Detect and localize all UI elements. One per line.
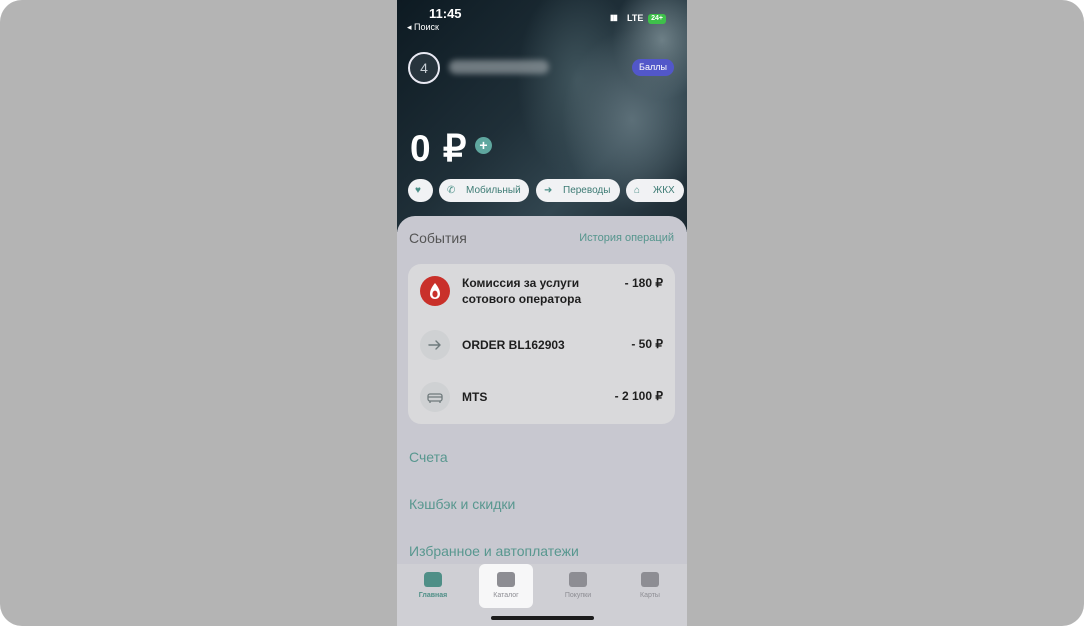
bag-icon — [569, 572, 587, 587]
arrow-right-icon: ➜ — [544, 185, 553, 196]
arrow-right-icon — [420, 330, 450, 360]
status-time: 11:45 — [429, 6, 462, 21]
phone-screen: 11:45 ◂ Поиск ▮▮ LTE 24+ 4 Баллы 0 ₽ + ♥… — [397, 0, 687, 626]
battery-icon: 24+ — [648, 14, 666, 24]
event-title: MTS — [462, 390, 488, 404]
tab-home[interactable]: Главная — [398, 564, 468, 608]
events-card: Комиссия за услуги сотового оператора - … — [408, 264, 675, 424]
utilities-chip[interactable]: ⌂ ЖКХ — [626, 179, 684, 202]
drop-logo-icon — [420, 276, 450, 306]
home-icon — [424, 572, 442, 587]
accounts-link[interactable]: Счета — [409, 449, 448, 465]
mobile-chip[interactable]: ✆ Мобильный — [439, 179, 529, 202]
main-sheet: События История операций Комиссия за усл… — [397, 216, 687, 576]
home-icon: ⌂ — [634, 185, 641, 196]
event-row[interactable]: ORDER BL162903 - 50 ₽ — [408, 328, 675, 376]
event-title: ORDER BL162903 — [462, 338, 565, 352]
tab-cards-label: Карты — [640, 592, 660, 599]
tab-catalog[interactable]: Каталог — [479, 564, 533, 608]
heart-icon: ♥ — [415, 185, 421, 196]
events-title: События — [409, 230, 467, 246]
user-name-blurred — [449, 60, 549, 74]
balance-amount: 0 ₽ — [410, 128, 468, 169]
network-label: LTE — [627, 13, 644, 23]
tab-purchases-label: Покупки — [564, 592, 592, 599]
event-amount: - 180 ₽ — [624, 276, 663, 290]
tab-catalog-label: Каталог — [493, 592, 519, 599]
utilities-chip-label: ЖКХ — [653, 185, 675, 196]
event-title-line2: сотового оператора — [462, 292, 582, 306]
signal-icon: ▮▮ — [610, 13, 618, 22]
mobile-chip-label: Мобильный — [466, 185, 521, 196]
tab-cards[interactable]: Карты — [615, 564, 685, 608]
tab-home-label: Главная — [418, 592, 448, 599]
event-title-line1: Комиссия за услуги — [462, 276, 580, 290]
transfers-chip[interactable]: ➜ Переводы — [536, 179, 620, 202]
event-row[interactable]: MTS - 2 100 ₽ — [408, 382, 675, 424]
event-amount: - 50 ₽ — [631, 337, 663, 351]
tab-purchases[interactable]: Покупки — [543, 564, 613, 608]
favorites-autopay-link[interactable]: Избранное и автоплатежи — [409, 543, 579, 559]
card-icon — [641, 572, 659, 587]
home-indicator — [491, 616, 594, 620]
sofa-icon — [420, 382, 450, 412]
catalog-icon — [497, 572, 515, 587]
history-link[interactable]: История операций — [579, 232, 674, 244]
phone-icon: ✆ — [447, 185, 456, 196]
add-funds-button[interactable]: + — [475, 137, 492, 154]
avatar[interactable]: 4 — [408, 52, 440, 84]
event-row[interactable]: Комиссия за услуги сотового оператора - … — [408, 264, 675, 322]
cashback-link[interactable]: Кэшбэк и скидки — [409, 496, 515, 512]
transfers-chip-label: Переводы — [563, 185, 611, 196]
event-amount: - 2 100 ₽ — [614, 389, 663, 403]
points-badge[interactable]: Баллы — [632, 59, 674, 76]
favorites-chip[interactable]: ♥ — [408, 179, 433, 202]
back-to-search-link[interactable]: ◂ Поиск — [407, 22, 439, 33]
